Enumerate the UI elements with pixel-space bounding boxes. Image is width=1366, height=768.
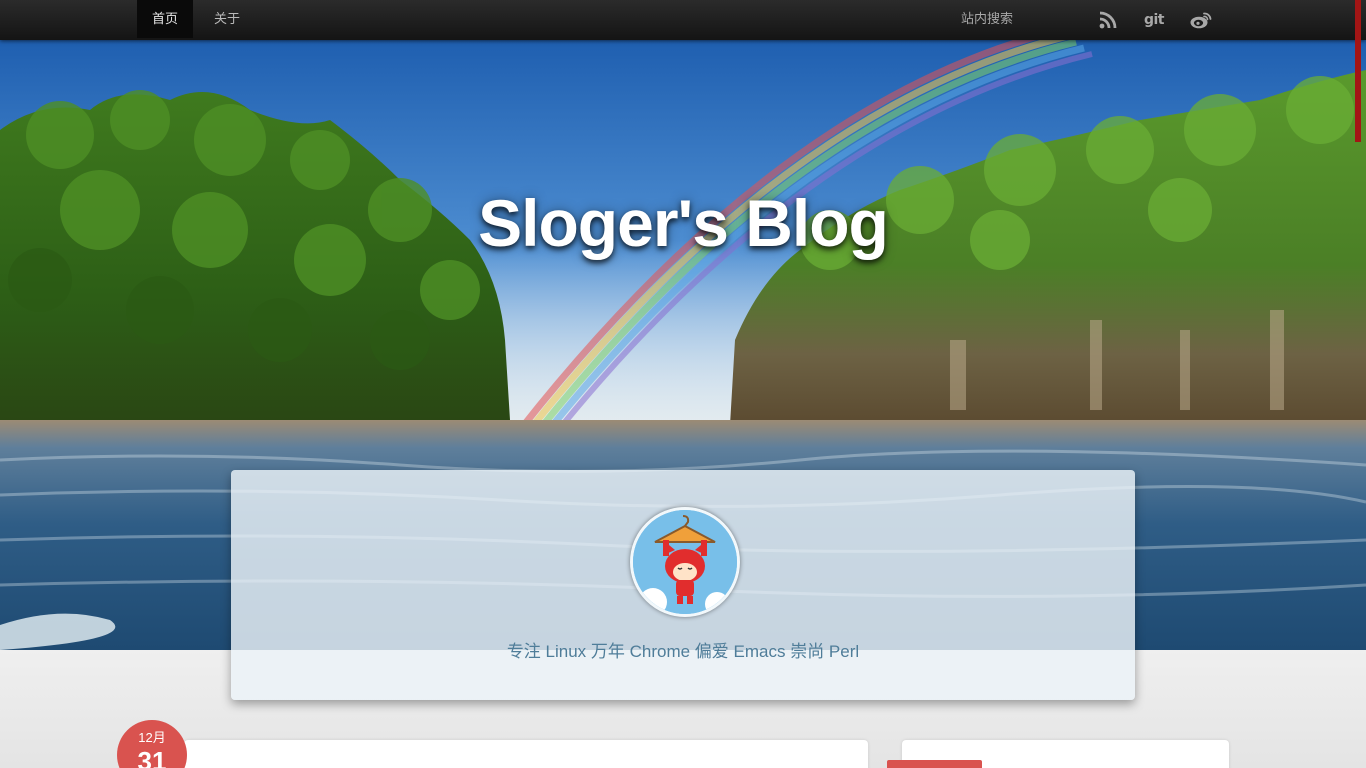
rss-icon[interactable] bbox=[1096, 8, 1120, 32]
nav-item-about[interactable]: 关于 bbox=[199, 0, 255, 38]
nav-item-home[interactable]: 首页 bbox=[137, 0, 194, 38]
scroll-position-indicator bbox=[1355, 0, 1361, 142]
profile-tagline: 专注 Linux 万年 Chrome 偏爱 Emacs 崇尚 Perl bbox=[506, 642, 860, 661]
git-icon-label: git bbox=[1143, 12, 1165, 28]
profile-card: 专注 Linux 万年 Chrome 偏爱 Emacs 崇尚 Perl bbox=[231, 470, 1135, 700]
avatar[interactable] bbox=[630, 507, 740, 617]
page: 首页 关于 站内搜索 git Sloger's Blog 专注 Linux 万年… bbox=[0, 0, 1366, 768]
site-search-input[interactable]: 站内搜索 bbox=[946, 0, 1096, 38]
post-date-day: 31 bbox=[137, 746, 167, 768]
sidebar-widget-tab[interactable] bbox=[887, 760, 982, 768]
site-title[interactable]: Sloger's Blog bbox=[0, 185, 1366, 261]
post-card[interactable] bbox=[184, 740, 868, 768]
git-icon[interactable]: git bbox=[1142, 8, 1166, 32]
post-date-month: 12月 bbox=[138, 730, 166, 745]
top-navbar: 首页 关于 站内搜索 git bbox=[0, 0, 1366, 40]
weibo-icon[interactable] bbox=[1189, 8, 1213, 32]
